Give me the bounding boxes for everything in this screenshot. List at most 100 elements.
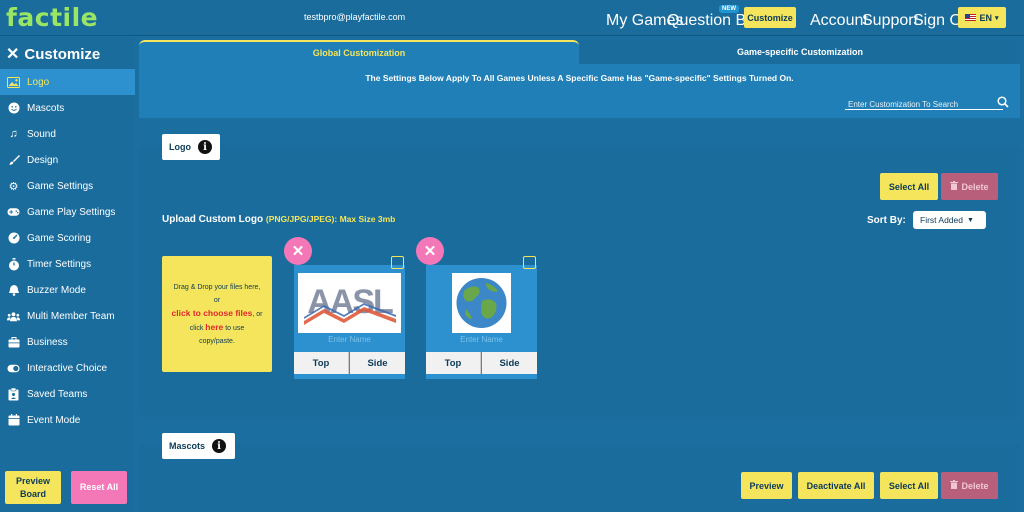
- dropzone-line: to use: [225, 324, 245, 332]
- sidebar-item-interactive-choice[interactable]: Interactive Choice: [0, 355, 135, 381]
- upload-size-note: (PNG/JPG/JPEG): Max Size 3mb: [265, 214, 396, 224]
- dropzone-text: Drag & Drop your files here, or click to…: [172, 281, 263, 348]
- side-button[interactable]: Side: [482, 352, 537, 374]
- top-button[interactable]: Top: [426, 352, 481, 374]
- info-icon[interactable]: i: [212, 439, 227, 453]
- search-field[interactable]: [845, 94, 1003, 112]
- preview-board-button[interactable]: Preview Board: [5, 471, 61, 504]
- mascots-section: Mascots i Preview Deactivate All Select …: [139, 433, 1020, 512]
- info-icon[interactable]: i: [198, 140, 212, 154]
- tab-game-specific-customization[interactable]: Game-specific Customization: [580, 40, 1020, 64]
- clipboard-icon: [7, 387, 20, 401]
- calendar-icon: [7, 414, 20, 427]
- chevron-down-icon: ▼: [967, 216, 974, 224]
- dropzone-line: click: [189, 324, 204, 332]
- sidebar-item-label: Multi Member Team: [27, 310, 115, 322]
- logo-section-tag: Logo i: [162, 134, 220, 160]
- top-button[interactable]: Top: [294, 352, 349, 374]
- reset-all-button[interactable]: Reset All: [71, 471, 127, 504]
- chevron-down-icon: ▾: [995, 14, 999, 22]
- sidebar-item-label: Event Mode: [27, 414, 81, 426]
- user-email: testbpro@playfactile.com: [304, 12, 406, 22]
- language-select[interactable]: EN ▾: [958, 7, 1006, 28]
- sort-select-value: First Added: [920, 215, 963, 225]
- remove-card-button[interactable]: ✕: [284, 237, 312, 265]
- section-tag-label: Mascots: [169, 441, 206, 451]
- logo-image: [452, 273, 511, 333]
- card-checkbox[interactable]: [523, 256, 536, 269]
- sidebar-item-game-play-settings[interactable]: Game Play Settings: [0, 199, 135, 225]
- card-name-input[interactable]: Enter Name: [294, 335, 405, 344]
- delete-button[interactable]: Delete: [941, 173, 998, 200]
- sidebar-item-label: Mascots: [27, 102, 65, 114]
- sidebar-item-label: Sound: [27, 128, 56, 140]
- sidebar-item-buzzer-mode[interactable]: Buzzer Mode: [0, 277, 135, 303]
- paste-here-link[interactable]: here: [205, 322, 223, 332]
- sidebar-item-label: Game Scoring: [27, 232, 91, 244]
- sidebar-item-game-settings[interactable]: ⚙ Game Settings: [0, 173, 135, 199]
- gear-icon: ⚙: [8, 180, 19, 193]
- sidebar-item-event-mode[interactable]: Event Mode: [0, 407, 135, 433]
- sidebar-item-label: Logo: [27, 76, 50, 88]
- stopwatch-icon: [7, 257, 20, 271]
- logo-image: AASL: [298, 273, 401, 333]
- card-name-input[interactable]: Enter Name: [426, 335, 537, 344]
- side-button[interactable]: Side: [350, 352, 405, 374]
- sidebar-item-logo[interactable]: Logo: [0, 69, 135, 95]
- delete-button[interactable]: Delete: [941, 472, 998, 499]
- select-all-button[interactable]: Select All: [880, 173, 938, 200]
- remove-card-button[interactable]: ✕: [416, 237, 444, 265]
- nav-support[interactable]: Support: [862, 12, 918, 30]
- tab-global-customization[interactable]: Global Customization: [139, 40, 579, 64]
- search-input[interactable]: [845, 97, 985, 112]
- settings-notice: The Settings Below Apply To All Games Un…: [365, 73, 794, 83]
- music-icon: ♫: [9, 128, 18, 140]
- upload-title: Upload Custom Logo (PNG/JPG/JPEG): Max S…: [162, 214, 395, 225]
- preview-button[interactable]: Preview: [741, 472, 792, 499]
- us-flag-icon: [965, 14, 977, 21]
- section-tag-label: Logo: [169, 142, 191, 152]
- sidebar: ✕ Customize Logo Mascots ♫ Sound Design …: [0, 37, 135, 512]
- dropzone-line: , or: [252, 310, 263, 318]
- factile-logo[interactable]: factile: [6, 3, 98, 32]
- sidebar-item-sound[interactable]: ♫ Sound: [0, 121, 135, 147]
- nav-account[interactable]: Account: [810, 12, 868, 30]
- sidebar-item-multi-member-team[interactable]: Multi Member Team: [0, 303, 135, 329]
- upload-title-label: Upload Custom Logo: [162, 214, 264, 225]
- new-badge: NEW: [719, 5, 739, 13]
- dropzone-line: Drag & Drop your files here,: [173, 283, 261, 291]
- logo-card[interactable]: AASL Enter Name Top Side: [294, 265, 405, 379]
- sidebar-item-design[interactable]: Design: [0, 147, 135, 173]
- close-icon: ✕: [291, 243, 305, 260]
- briefcase-icon: [7, 336, 20, 349]
- image-icon: [7, 76, 20, 89]
- logo-section: Logo i Select All Delete Upload Custom L…: [139, 134, 1020, 417]
- sidebar-item-game-scoring[interactable]: Game Scoring: [0, 225, 135, 251]
- sidebar-item-timer-settings[interactable]: Timer Settings: [0, 251, 135, 277]
- sidebar-item-label: Saved Teams: [27, 388, 88, 400]
- search-icon[interactable]: [997, 95, 1009, 108]
- file-dropzone[interactable]: Drag & Drop your files here, or click to…: [162, 256, 272, 372]
- close-icon[interactable]: ✕: [6, 44, 19, 64]
- sidebar-item-saved-teams[interactable]: Saved Teams: [0, 381, 135, 407]
- sidebar-title: Customize: [24, 45, 101, 63]
- dropzone-line: copy/paste.: [199, 337, 235, 345]
- smiley-icon: [7, 102, 20, 115]
- delete-label: Delete: [961, 480, 989, 491]
- sidebar-item-business[interactable]: Business: [0, 329, 135, 355]
- select-all-button[interactable]: Select All: [880, 472, 938, 499]
- delete-label: Delete: [961, 181, 989, 192]
- trash-icon: [950, 181, 959, 192]
- toggle-icon: [7, 362, 20, 375]
- sidebar-item-mascots[interactable]: Mascots: [0, 95, 135, 121]
- users-icon: [7, 310, 20, 323]
- logo-card[interactable]: Enter Name Top Side: [426, 265, 537, 379]
- card-checkbox[interactable]: [391, 256, 404, 269]
- language-label: EN: [979, 12, 992, 23]
- sidebar-item-label: Business: [27, 336, 68, 348]
- gauge-icon: [7, 232, 20, 245]
- nav-customize[interactable]: Customize: [744, 7, 796, 28]
- sort-select[interactable]: First Added ▼: [913, 211, 986, 229]
- choose-files-link[interactable]: click to choose files: [172, 308, 253, 318]
- deactivate-all-button[interactable]: Deactivate All: [798, 472, 874, 499]
